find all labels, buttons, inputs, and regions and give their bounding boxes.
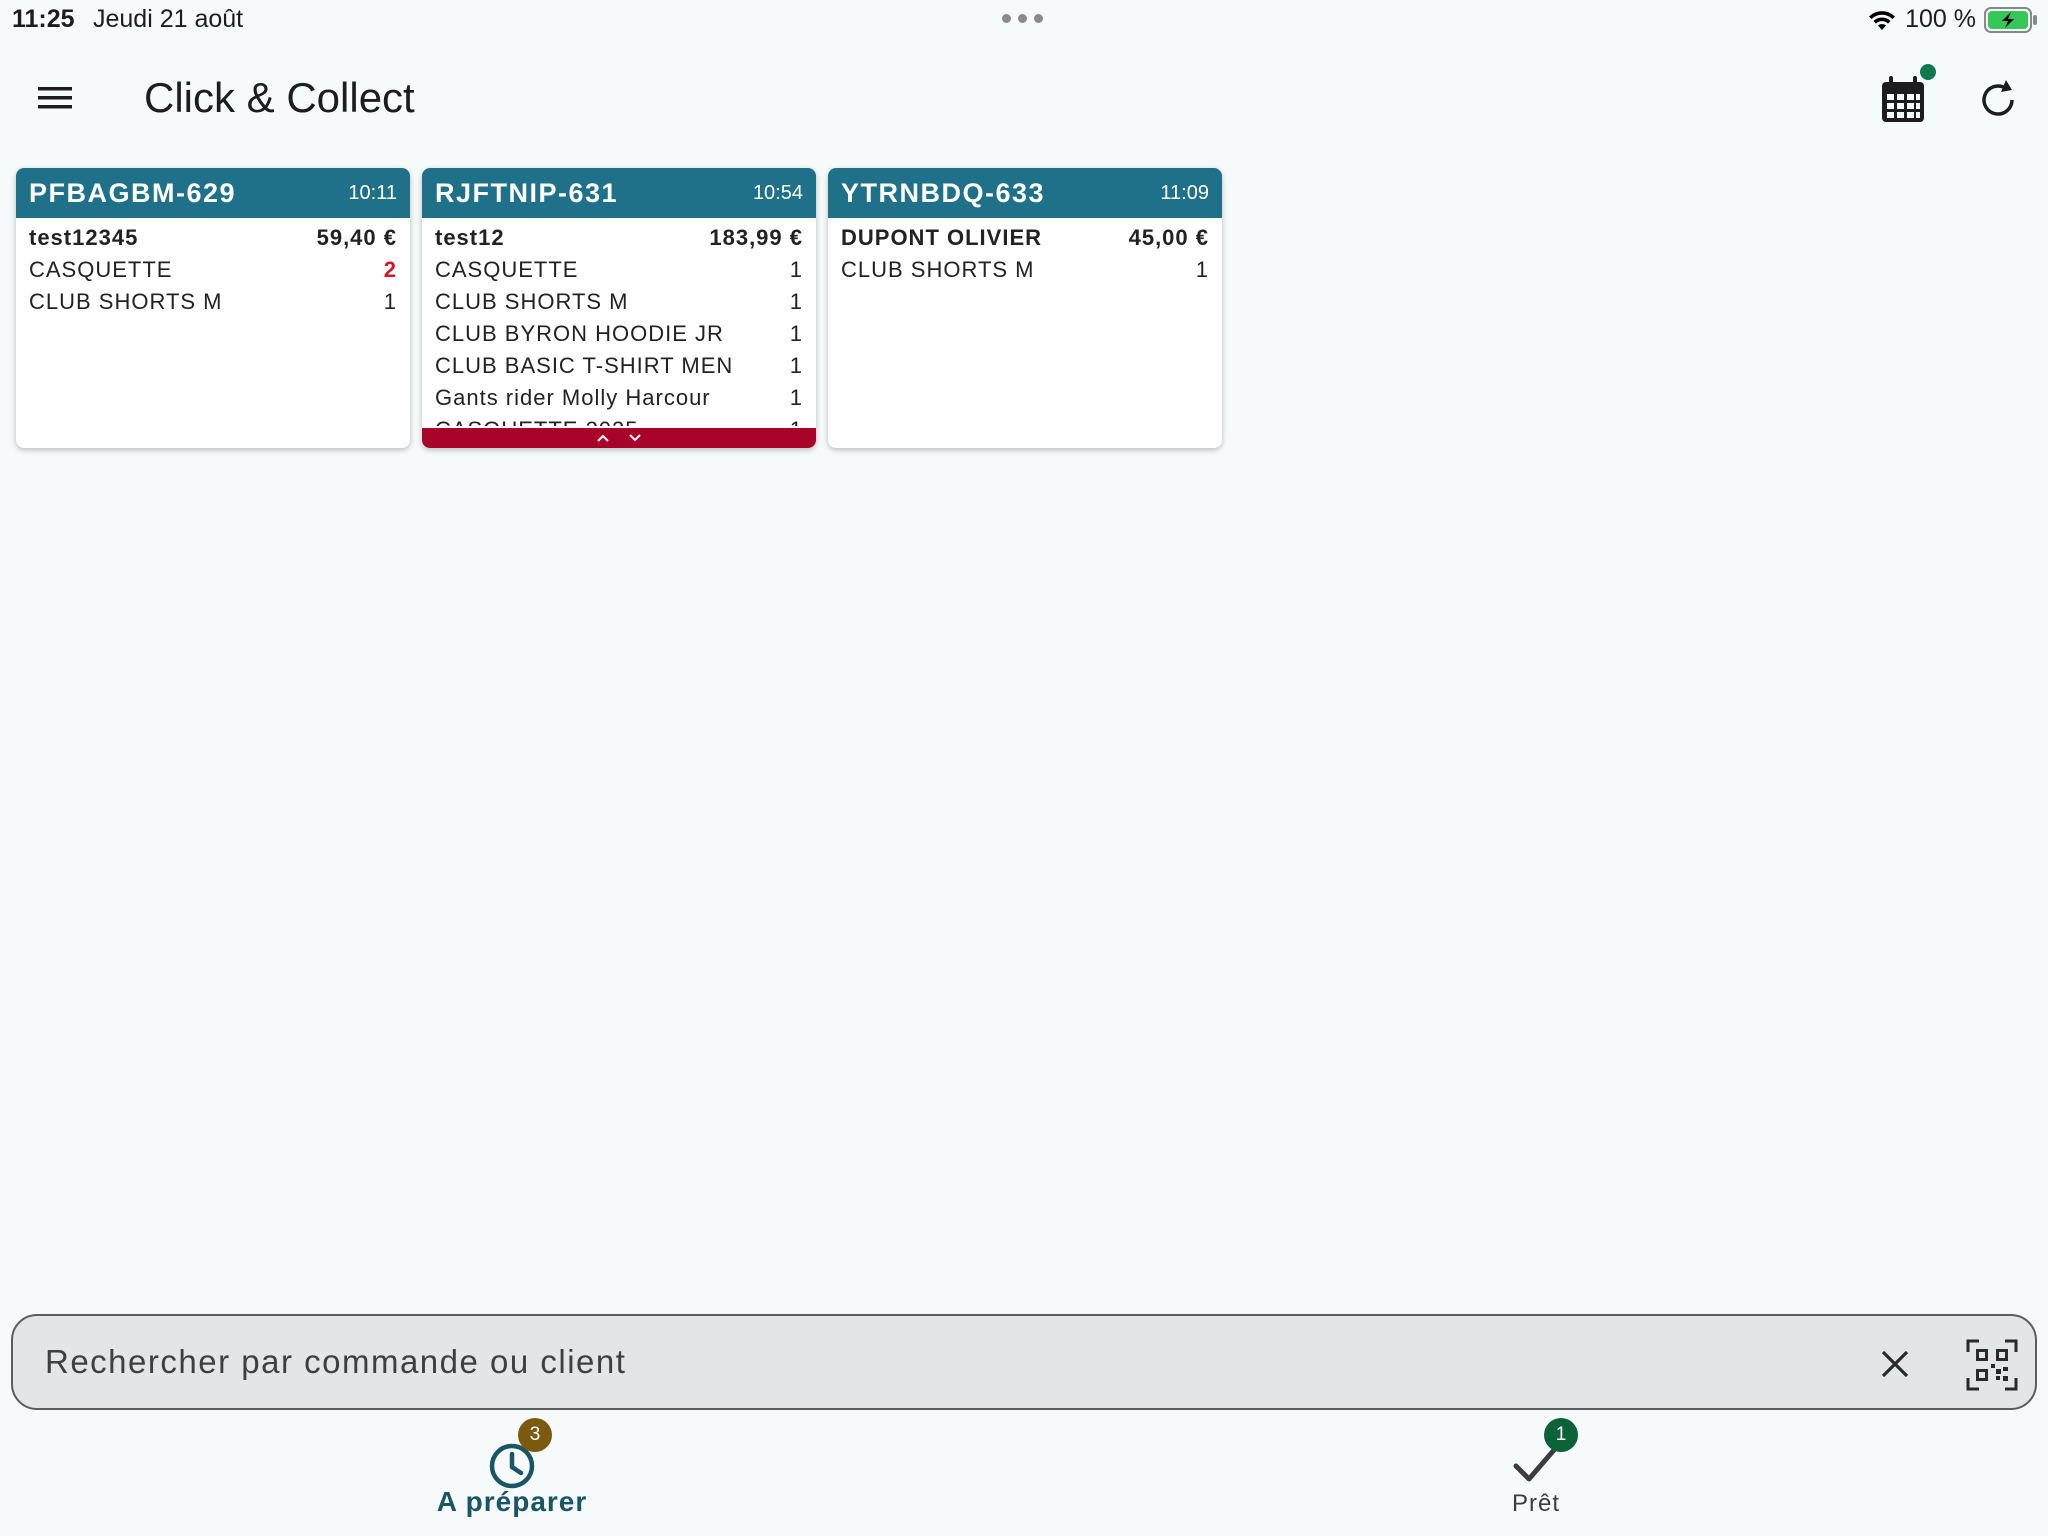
refresh-icon[interactable] (1972, 74, 2024, 126)
order-total: 45,00 € (1128, 225, 1209, 250)
order-card-body: test12345 59,40 € CASQUETTE 2 CLUB SHORT… (16, 218, 410, 428)
item-name: CLUB BYRON HOODIE JR (435, 321, 724, 346)
order-item: CASQUETTE 1 (435, 254, 803, 286)
status-date: Jeudi 21 août (93, 5, 244, 33)
item-qty: 1 (790, 417, 803, 426)
order-card-header: YTRNBDQ-633 11:09 (828, 168, 1222, 218)
order-total: 183,99 € (709, 225, 803, 250)
item-qty: 1 (789, 385, 803, 410)
item-name: CLUB SHORTS M (29, 289, 223, 314)
tab-label: Prêt (1511, 1490, 1560, 1517)
order-customer-row: test12 183,99 € (435, 222, 803, 254)
menu-icon[interactable] (36, 82, 76, 114)
item-qty: 1 (789, 257, 803, 282)
close-icon[interactable] (1877, 1346, 1913, 1382)
qr-scan-icon[interactable] (1965, 1338, 2019, 1392)
customer-name: test12345 (29, 225, 139, 250)
search-bar (11, 1314, 2037, 1410)
ready-count-badge: 1 (1544, 1418, 1578, 1452)
order-item: CLUB BASIC T-SHIRT MEN 1 (435, 350, 803, 382)
order-time: 10:54 (752, 181, 803, 204)
item-name: CLUB BASIC T-SHIRT MEN (435, 353, 734, 378)
order-time: 11:09 (1160, 181, 1209, 204)
item-qty: 1 (789, 353, 803, 378)
item-name: CASQUETTE (29, 257, 173, 282)
tab-to-prepare[interactable]: 3 A préparer (362, 1416, 662, 1526)
app-bar: Click & Collect (0, 62, 2048, 132)
item-qty: 1 (789, 289, 803, 314)
order-customer-row: DUPONT OLIVIER 45,00 € (841, 222, 1209, 254)
order-card-body: test12 183,99 € CASQUETTE 1 CLUB SHORTS … (422, 218, 816, 426)
order-id: RJFTNIP-631 (435, 177, 619, 208)
order-card[interactable]: PFBAGBM-629 10:11 test12345 59,40 € CASQ… (16, 168, 410, 448)
order-card-header: RJFTNIP-631 10:54 (422, 168, 816, 218)
order-item: CLUB BYRON HOODIE JR 1 (435, 318, 803, 350)
tab-label: A préparer (436, 1486, 588, 1517)
item-name: CLUB SHORTS M (435, 289, 629, 314)
battery-charging-icon (1984, 6, 2037, 33)
item-name: CLUB SHORTS M (841, 257, 1035, 282)
order-item: CASQUETTE 2025 1 (435, 414, 803, 426)
order-item: CLUB SHORTS M 1 (435, 286, 803, 318)
item-name: Gants rider Molly Harcour (435, 385, 711, 410)
order-id: PFBAGBM-629 (29, 177, 237, 208)
order-customer-row: test12345 59,40 € (29, 222, 397, 254)
page-title: Click & Collect (144, 74, 415, 121)
order-item: CLUB SHORTS M 1 (841, 254, 1209, 286)
order-card-body: DUPONT OLIVIER 45,00 € CLUB SHORTS M 1 (828, 218, 1222, 428)
card-scroll-indicator[interactable] (422, 428, 816, 448)
multitasking-dots-icon[interactable] (1002, 14, 1043, 23)
status-bar: 11:25 Jeudi 21 août 100 % (0, 0, 2048, 40)
chevron-up-icon[interactable] (596, 433, 610, 443)
item-name: CASQUETTE (435, 257, 579, 282)
order-item: Gants rider Molly Harcour 1 (435, 382, 803, 414)
calendar-notification-dot (1920, 64, 1936, 80)
chevron-down-icon[interactable] (628, 433, 642, 443)
order-card[interactable]: RJFTNIP-631 10:54 test12 183,99 € CASQUE… (422, 168, 816, 448)
order-id: YTRNBDQ-633 (841, 177, 1046, 208)
customer-name: test12 (435, 225, 505, 250)
bottom-navigation: 3 A préparer 1 Prêt (0, 1416, 2048, 1536)
customer-name: DUPONT OLIVIER (841, 225, 1043, 250)
item-name: CASQUETTE 2025 (435, 417, 639, 426)
battery-percent: 100 % (1905, 5, 1976, 33)
to-prepare-count-badge: 3 (518, 1418, 552, 1452)
wifi-icon (1869, 10, 1896, 30)
item-qty: 1 (383, 289, 397, 314)
order-total: 59,40 € (316, 225, 397, 250)
status-right: 100 % (1867, 5, 2038, 34)
order-item: CASQUETTE 2 (29, 254, 397, 286)
tab-ready[interactable]: 1 Prêt (1386, 1416, 1686, 1526)
item-qty: 1 (1195, 257, 1209, 282)
status-time: 11:25 (12, 5, 75, 33)
item-qty: 2 (383, 257, 397, 282)
order-item: CLUB SHORTS M 1 (29, 286, 397, 318)
order-card[interactable]: YTRNBDQ-633 11:09 DUPONT OLIVIER 45,00 €… (828, 168, 1222, 448)
order-card-header: PFBAGBM-629 10:11 (16, 168, 410, 218)
order-time: 10:11 (348, 181, 397, 204)
search-input[interactable] (45, 1334, 1845, 1390)
item-qty: 1 (789, 321, 803, 346)
order-cards: PFBAGBM-629 10:11 test12345 59,40 € CASQ… (16, 168, 1222, 448)
